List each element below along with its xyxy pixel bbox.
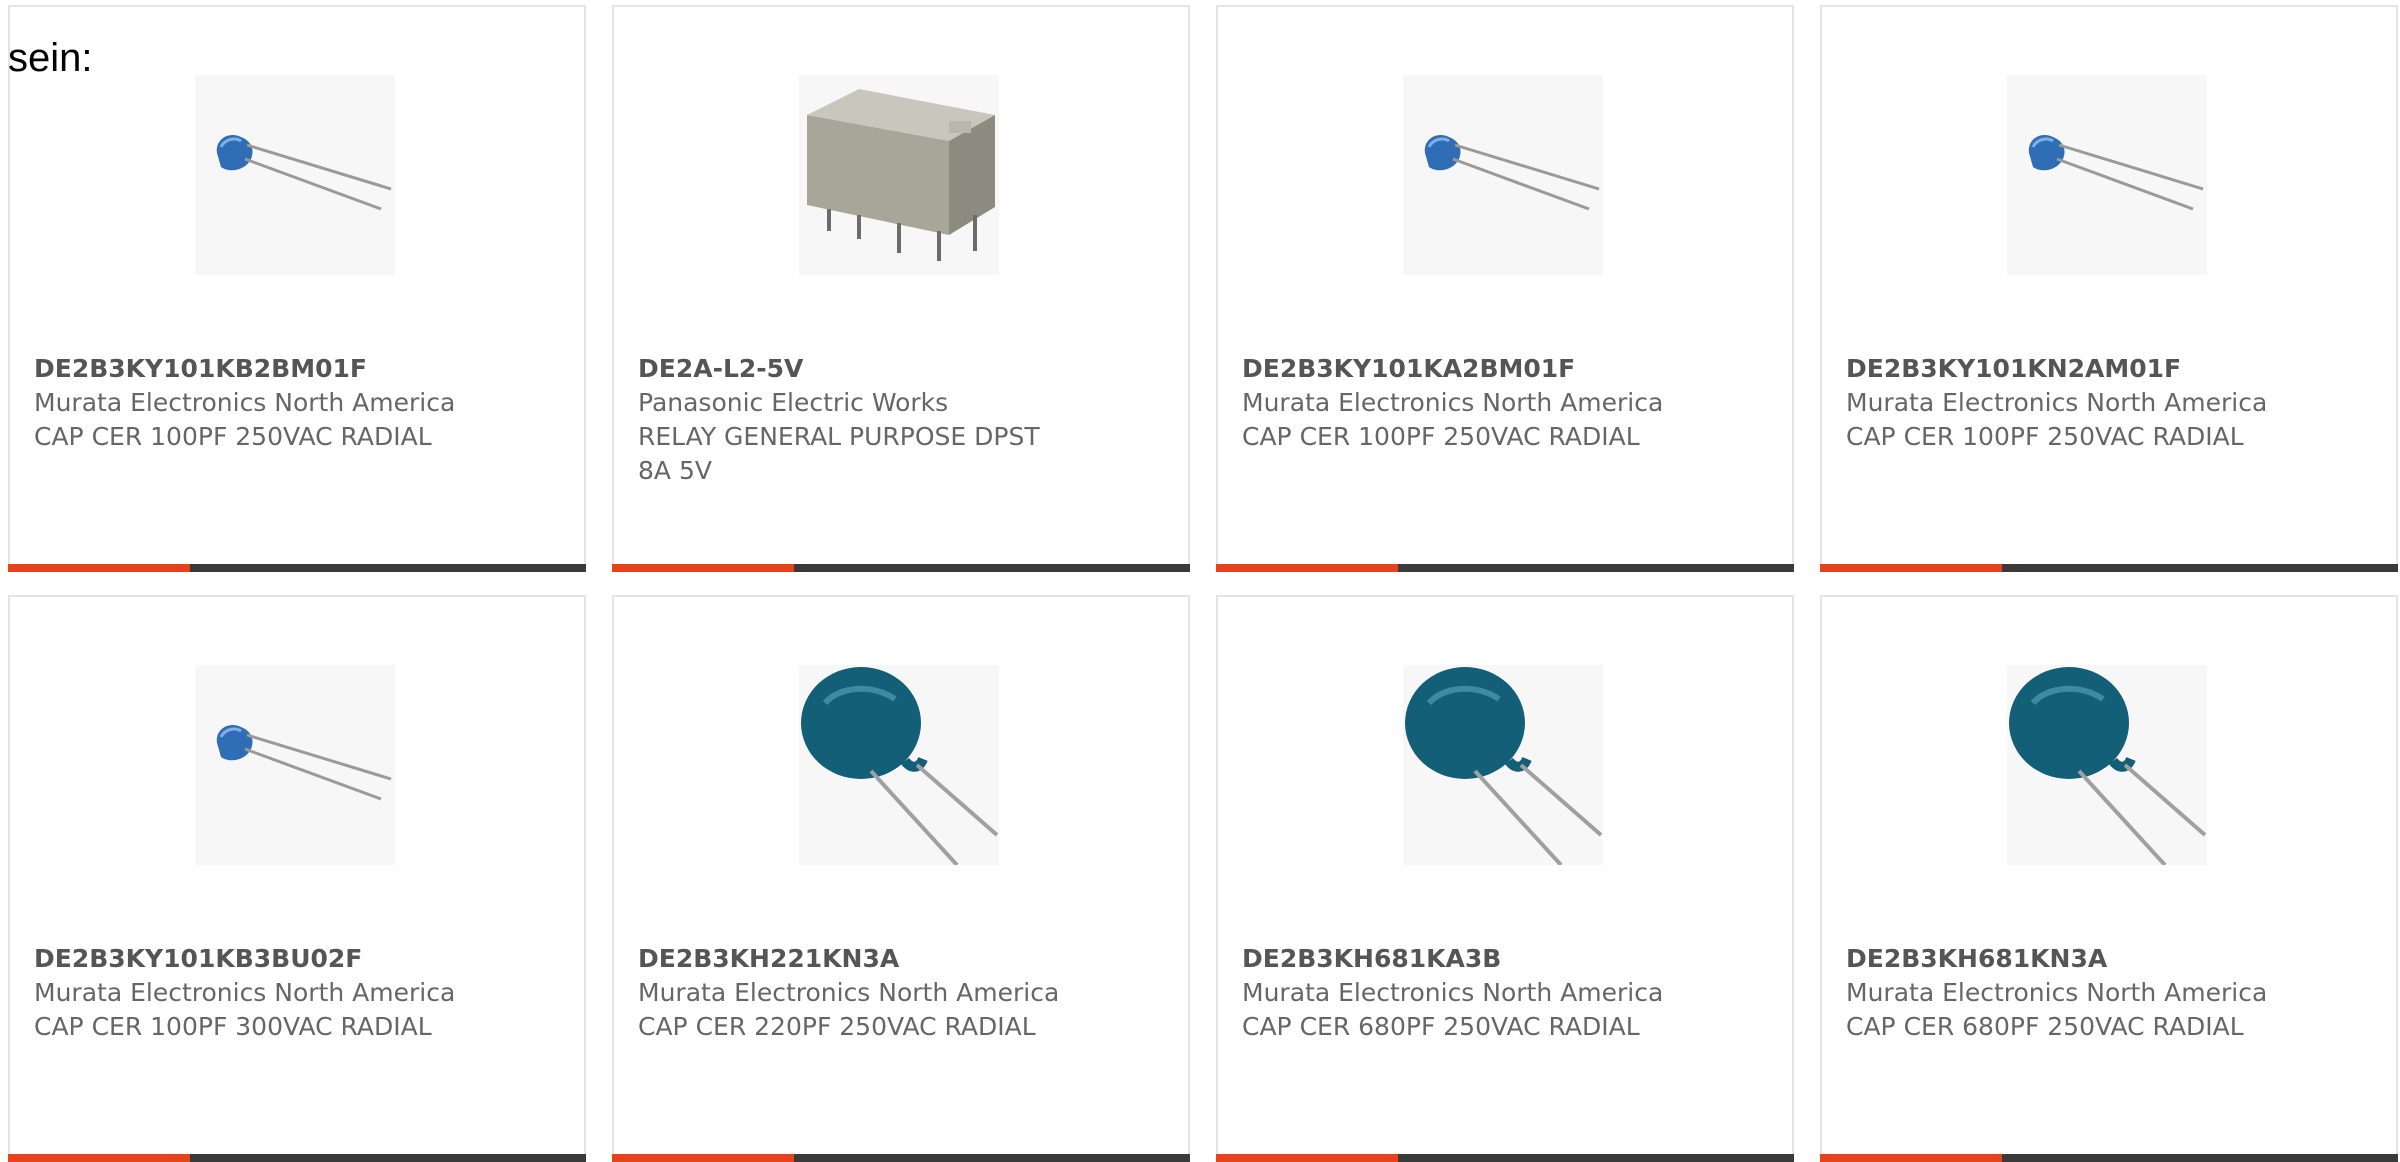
card-footer-bar (8, 564, 586, 572)
product-grid: DE2B3KY101KB2BM01F Murata Electronics No… (0, 0, 2400, 1162)
manufacturer-name: Murata Electronics North America (1846, 388, 2268, 417)
blue-disc-capacitor-image[interactable] (2007, 75, 2207, 275)
product-description: CAP CER 680PF 250VAC RADIAL (1242, 1012, 1640, 1041)
product-card[interactable]: DE2B3KY101KA2BM01F Murata Electronics No… (1216, 5, 1794, 572)
product-description: CAP CER 100PF 250VAC RADIAL (1846, 422, 2244, 451)
manufacturer-name: Murata Electronics North America (638, 978, 1060, 1007)
part-number-link[interactable]: DE2B3KH221KN3A (638, 942, 1088, 976)
accent-bar (612, 564, 794, 572)
product-description: CAP CER 100PF 300VAC RADIAL (34, 1012, 432, 1041)
product-card[interactable]: DE2B3KH681KA3B Murata Electronics North … (1216, 595, 1794, 1162)
card-footer-bar (1216, 564, 1794, 572)
product-description: CAP CER 680PF 250VAC RADIAL (1846, 1012, 2244, 1041)
card-footer-bar (612, 564, 1190, 572)
part-number-link[interactable]: DE2B3KY101KB2BM01F (34, 352, 484, 386)
product-description: CAP CER 100PF 250VAC RADIAL (1242, 422, 1640, 451)
part-number-link[interactable]: DE2B3KH681KA3B (1242, 942, 1692, 976)
relay-image[interactable] (799, 75, 999, 275)
product-description: RELAY GENERAL PURPOSE DPST 8A 5V (638, 422, 1040, 485)
intro-text: sein: (8, 36, 93, 80)
product-description: CAP CER 220PF 250VAC RADIAL (638, 1012, 1036, 1041)
blue-disc-capacitor-image[interactable] (1403, 75, 1603, 275)
product-card[interactable]: DE2B3KY101KB3BU02F Murata Electronics No… (8, 595, 586, 1162)
product-card[interactable]: DE2B3KY101KB2BM01F Murata Electronics No… (8, 5, 586, 572)
part-number-link[interactable]: DE2A-L2-5V (638, 352, 1088, 386)
teal-disc-capacitor-image[interactable] (2007, 665, 2207, 865)
manufacturer-name: Panasonic Electric Works (638, 388, 949, 417)
product-card[interactable]: DE2B3KY101KN2AM01F Murata Electronics No… (1820, 5, 2398, 572)
product-card[interactable]: DE2A-L2-5V Panasonic Electric Works RELA… (612, 5, 1190, 572)
accent-bar (8, 564, 190, 572)
accent-bar (1216, 564, 1398, 572)
blue-disc-capacitor-image[interactable] (195, 665, 395, 865)
teal-disc-capacitor-image[interactable] (799, 665, 999, 865)
part-number-link[interactable]: DE2B3KH681KN3A (1846, 942, 2296, 976)
manufacturer-name: Murata Electronics North America (34, 978, 456, 1007)
part-number-link[interactable]: DE2B3KY101KA2BM01F (1242, 352, 1692, 386)
product-card[interactable]: DE2B3KH221KN3A Murata Electronics North … (612, 595, 1190, 1162)
product-card[interactable]: DE2B3KH681KN3A Murata Electronics North … (1820, 595, 2398, 1162)
manufacturer-name: Murata Electronics North America (1846, 978, 2268, 1007)
accent-bar (1820, 564, 2002, 572)
teal-disc-capacitor-image[interactable] (1403, 665, 1603, 865)
card-footer-bar (1820, 564, 2398, 572)
product-description: CAP CER 100PF 250VAC RADIAL (34, 422, 432, 451)
manufacturer-name: Murata Electronics North America (34, 388, 456, 417)
part-number-link[interactable]: DE2B3KY101KN2AM01F (1846, 352, 2296, 386)
manufacturer-name: Murata Electronics North America (1242, 388, 1664, 417)
blue-disc-capacitor-image[interactable] (195, 75, 395, 275)
part-number-link[interactable]: DE2B3KY101KB3BU02F (34, 942, 484, 976)
manufacturer-name: Murata Electronics North America (1242, 978, 1664, 1007)
